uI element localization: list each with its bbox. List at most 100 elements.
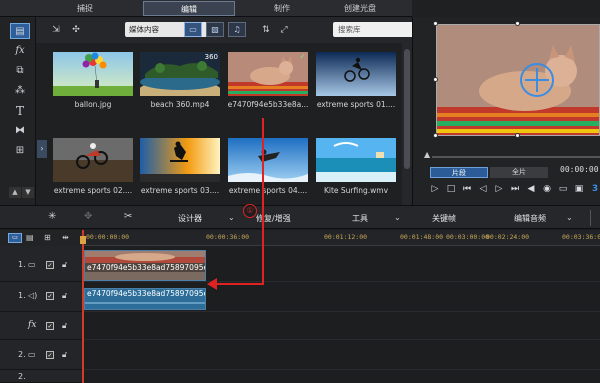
chevron-down-icon[interactable]: ⌄ — [566, 213, 573, 222]
video-track-2[interactable] — [82, 340, 600, 370]
tools-menu[interactable]: 工具 — [352, 213, 368, 224]
expand-panel-icon[interactable]: › — [37, 140, 47, 158]
timeline-view-icon[interactable]: ▭ — [8, 233, 22, 243]
edit-audio-button[interactable]: 编辑音频 — [514, 213, 546, 224]
playhead[interactable] — [82, 230, 84, 383]
particle-room-icon[interactable]: ⁂ — [10, 83, 30, 99]
audio-clip[interactable]: e7470f94e5b33e8ad75897095e — [84, 288, 206, 310]
video-track-icon: ▭ — [28, 350, 36, 359]
scrubber-marker-icon[interactable]: ▲ — [424, 150, 430, 159]
media-room-icon[interactable]: ▤ — [10, 23, 30, 39]
library-item[interactable] — [140, 138, 220, 182]
movie-mode-button[interactable]: 全片 — [490, 167, 548, 178]
import-media-icon[interactable]: ⇲ — [48, 23, 64, 37]
video-clip[interactable]: e7470f94e5b33e8ad75897095e — [84, 250, 206, 281]
track-number: 1. — [18, 291, 26, 300]
resize-handle[interactable] — [433, 77, 438, 82]
balloons-thumbnail — [53, 52, 133, 96]
sort-icon[interactable]: ⇅ — [258, 23, 274, 37]
library-item[interactable]: ✓ — [228, 52, 308, 96]
track-enable-checkbox[interactable]: ✓ — [46, 261, 54, 269]
effect-track[interactable] — [82, 312, 600, 340]
storyboard-view-icon[interactable]: ▤ — [26, 233, 34, 242]
callout-arrow-head — [207, 278, 217, 290]
previous-frame-icon[interactable]: ⏮ — [461, 182, 473, 196]
tab-edit[interactable]: 编辑 — [143, 1, 235, 16]
resize-handle[interactable] — [515, 21, 520, 26]
step-back-icon[interactable]: ◁ — [477, 182, 489, 196]
step-forward-icon[interactable]: ▷ — [493, 182, 505, 196]
tab-capture[interactable]: 捕捉 — [55, 1, 115, 16]
designer-menu[interactable]: 设计器 — [178, 213, 202, 224]
keyframe-button[interactable]: 关键帧 — [432, 213, 456, 224]
magic-tools-icon[interactable]: ✳ — [48, 211, 56, 222]
tab-produce[interactable]: 制作 — [252, 1, 312, 16]
chevron-down-icon[interactable]: ⌄ — [394, 213, 401, 222]
skater-sunset-thumbnail — [140, 138, 220, 182]
ruler-tick: 00:00:00:00 — [86, 233, 130, 241]
library-item[interactable] — [316, 138, 396, 182]
playhead-marker[interactable] — [80, 236, 86, 244]
library-item[interactable] — [228, 138, 308, 182]
lock-icon[interactable]: 🔓︎ — [62, 291, 67, 301]
track-enable-checkbox[interactable]: ✓ — [46, 351, 54, 359]
transition-room-icon[interactable]: ⧓ — [10, 123, 30, 139]
image-filter-icon[interactable]: ▨ — [206, 22, 224, 37]
track-enable-checkbox[interactable]: ✓ — [46, 322, 54, 330]
scroll-up-icon[interactable]: ▲ — [9, 187, 21, 198]
toolbar-divider — [590, 210, 591, 226]
lock-icon[interactable]: 🔓︎ — [62, 350, 67, 360]
scroll-down-icon[interactable]: ▼ — [22, 187, 34, 198]
tab-create-disc[interactable]: 创建光盘 — [330, 1, 390, 16]
pip-room-icon[interactable]: ⧉ — [10, 63, 30, 79]
library-item[interactable]: 360 — [140, 52, 220, 96]
play-icon[interactable]: ▷ — [429, 182, 441, 196]
fit-timeline-icon[interactable]: ⇹ — [62, 233, 69, 242]
audio-track-icon: ◁) — [28, 291, 38, 300]
library-scrollbar[interactable] — [402, 43, 412, 205]
fx-track-icon: fx — [28, 320, 37, 330]
resize-handle[interactable] — [433, 133, 438, 138]
audio-track-2-header: 2. — [0, 370, 82, 383]
title-room-icon[interactable]: T — [10, 103, 30, 119]
video-filter-icon[interactable]: ▭ — [184, 22, 202, 37]
360-badge: 360 — [204, 53, 218, 61]
library-toolbar: ⇲ ✣ 媒体内容 ⌄ ▭ ▨ ♫ ⇅ ⤢ 搜索库 ⌕ — [36, 17, 421, 43]
3d-icon[interactable]: 3 — [589, 182, 600, 196]
video-track-1-header: 1. ▭ ✓ 🔓︎ — [0, 246, 82, 282]
library-search-input[interactable]: 搜索库 ⌕ — [333, 22, 421, 37]
snapshot-icon[interactable]: ◉ — [541, 182, 553, 196]
library-item[interactable] — [53, 138, 133, 182]
top-tab-bar: 捕捉 编辑 制作 创建光盘 — [0, 0, 600, 17]
split-scissors-icon[interactable]: ✂ — [124, 211, 132, 222]
preview-frame[interactable] — [436, 24, 600, 136]
next-frame-icon[interactable]: ⏭ — [509, 182, 521, 196]
ruler-tick: 00:03:00:00 — [446, 233, 490, 241]
chevron-down-icon[interactable]: ⌄ — [228, 213, 235, 222]
library-item[interactable] — [316, 52, 396, 96]
lock-icon[interactable]: 🔓︎ — [62, 260, 67, 270]
clip-mode-button[interactable]: 片段 — [430, 167, 488, 178]
timeline-ruler[interactable]: 00:00:00:00 00:00:36:00 00:01:12:00 00:0… — [82, 230, 600, 246]
resize-handle[interactable] — [515, 133, 520, 138]
audio-mixing-room-icon[interactable]: ⊞ — [10, 143, 30, 159]
move-icon[interactable]: ✥ — [84, 211, 92, 222]
plugin-icon[interactable]: ✣ — [68, 23, 84, 37]
track-enable-checkbox[interactable]: ✓ — [46, 292, 54, 300]
fullscreen-preview-icon[interactable]: ▣ — [573, 182, 585, 196]
audio-filter-icon[interactable]: ♫ — [228, 22, 246, 37]
stop-icon[interactable]: □ — [445, 182, 457, 196]
subtitle-icon[interactable]: ▭ — [557, 182, 569, 196]
lock-icon[interactable]: 🔓︎ — [62, 321, 67, 331]
library-item[interactable] — [53, 52, 133, 96]
resize-handle[interactable] — [433, 21, 438, 26]
preview-scrubber[interactable] — [432, 156, 600, 158]
track-number: 2. — [18, 350, 26, 359]
ruler-tick: 00:03:36:00 — [562, 233, 600, 241]
effects-room-icon[interactable]: fx — [10, 43, 30, 59]
volume-icon[interactable]: ◀ — [525, 182, 537, 196]
video-track-icon: ▭ — [28, 260, 36, 269]
fullscreen-icon[interactable]: ⤢ — [276, 23, 292, 37]
callout-arrow-shaft — [214, 283, 264, 285]
track-manager-icon[interactable]: ⊞ — [44, 233, 51, 242]
